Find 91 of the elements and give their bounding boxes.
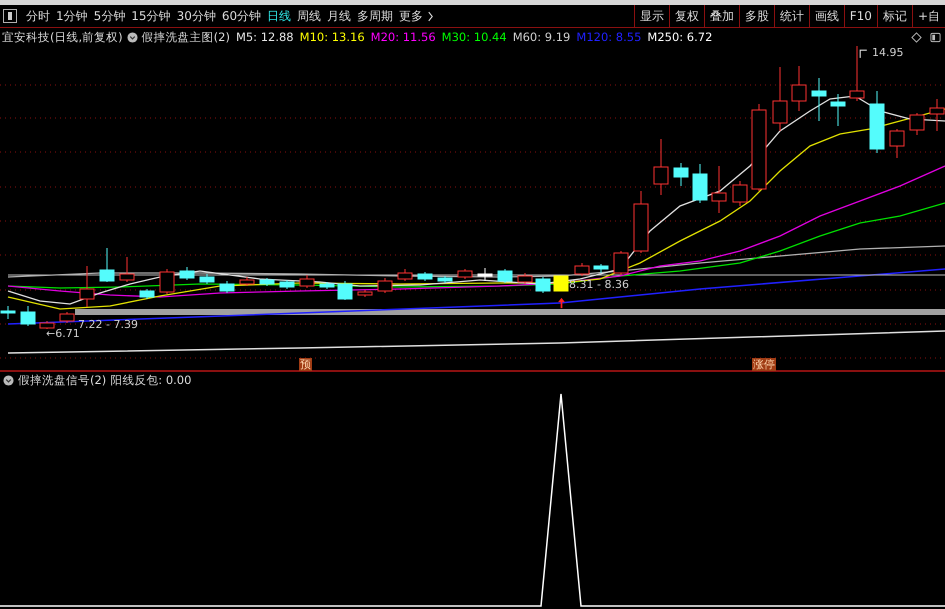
toolbar-button[interactable]: 叠加 <box>704 5 739 27</box>
candlestick <box>478 268 492 282</box>
moving-average-value: M30: 10.44 <box>442 30 507 44</box>
period-tab[interactable]: 日线 <box>264 8 294 24</box>
period-tab[interactable]: 多周期 <box>354 8 396 24</box>
price-label: 7.22 - 7.39 <box>78 318 138 331</box>
indicator-value: 阳线反包: 0.00 <box>110 373 192 388</box>
candlestick <box>870 90 884 154</box>
candlestick <box>40 320 54 330</box>
candlestick <box>890 128 904 158</box>
moving-average-value: M60: 9.19 <box>512 30 570 44</box>
panel-icon[interactable] <box>930 32 941 42</box>
toolbar-button[interactable]: 显示 <box>634 5 669 27</box>
candlestick <box>300 274 314 288</box>
candlestick <box>574 262 590 276</box>
period-tab[interactable]: 周线 <box>294 8 324 24</box>
candlestick <box>654 138 668 196</box>
chevron-icon[interactable] <box>427 10 434 22</box>
candlestick <box>634 190 648 254</box>
candlestick <box>358 290 372 298</box>
period-tab[interactable]: 月线 <box>324 8 354 24</box>
toolbar-button[interactable]: 统计 <box>774 5 809 27</box>
signal-marker: 涨停 <box>752 358 776 371</box>
candlestick <box>140 288 154 300</box>
moving-average-value: M250: 6.72 <box>647 30 712 44</box>
candlestick <box>498 268 512 284</box>
candlestick <box>418 272 432 282</box>
candlestick <box>220 280 234 294</box>
candlestick <box>280 280 294 290</box>
candlestick <box>338 280 352 300</box>
candlestick <box>438 276 452 284</box>
period-tab[interactable]: 30分钟 <box>174 8 219 24</box>
indicator-name: 假摔洗盘主图(2) <box>142 30 230 44</box>
period-tab[interactable]: 15分钟 <box>128 8 174 24</box>
candlestick <box>910 112 924 136</box>
candlestick <box>812 78 826 122</box>
price-label: ←6.71 <box>46 327 80 340</box>
toolbar-button[interactable]: 画线 <box>808 5 844 27</box>
signal-marker: 预 <box>299 358 312 371</box>
candlestick <box>792 66 806 112</box>
candlestick <box>120 256 134 282</box>
candlestick <box>518 272 532 284</box>
candlestick <box>80 266 94 308</box>
toolbar-button[interactable]: 多股 <box>738 5 774 27</box>
candlestick <box>60 312 74 324</box>
toolbar-button[interactable]: 复权 <box>668 5 704 27</box>
moving-average-value: M10: 13.16 <box>300 30 365 44</box>
price-label: 14.95 <box>872 46 904 59</box>
up-arrow-icon <box>557 297 566 309</box>
candlestick <box>200 274 214 284</box>
dropdown-icon[interactable] <box>3 375 14 386</box>
period-tab[interactable]: 60分钟 <box>218 8 264 24</box>
dropdown-icon[interactable] <box>126 32 138 42</box>
candlestick <box>850 46 864 102</box>
indicator-name: 假摔洗盘信号(2) <box>18 373 106 388</box>
period-tab[interactable]: 1分钟 <box>53 8 91 24</box>
moving-average-value: M5: 12.88 <box>236 30 294 44</box>
candlestick <box>458 268 472 280</box>
candlestick <box>240 276 254 286</box>
arrow-icon <box>858 48 869 59</box>
period-tab[interactable]: 分时 <box>23 8 53 24</box>
candlestick <box>0 306 16 320</box>
period-tab[interactable]: 5分钟 <box>90 8 128 24</box>
panel-toggle-icon[interactable] <box>3 9 17 23</box>
toolbar-button[interactable]: F10 <box>844 5 877 27</box>
candlestick <box>100 248 114 282</box>
candlestick <box>320 282 334 290</box>
candlestick <box>732 180 748 206</box>
moving-average-value: M120: 8.55 <box>576 30 642 44</box>
toolbar-button[interactable]: 标记 <box>876 5 912 27</box>
candlestick <box>20 306 36 326</box>
candlestick <box>536 276 550 294</box>
candlestick <box>180 266 194 280</box>
candlestick <box>830 94 846 126</box>
moving-average-value: M20: 11.56 <box>370 30 436 44</box>
candlestick <box>554 276 568 292</box>
candlestick <box>614 250 628 276</box>
candlestick <box>378 278 392 294</box>
stock-title: 宜安科技(日线,前复权) <box>2 30 123 44</box>
candlestick <box>260 278 274 286</box>
candlestick <box>594 264 608 274</box>
candlestick <box>398 268 412 282</box>
candlestick <box>712 166 726 214</box>
price-label: 8.31 - 8.36 <box>569 278 629 291</box>
candlestick <box>692 164 708 204</box>
candlestick <box>160 268 174 294</box>
candlestick <box>674 162 688 186</box>
candlestick <box>772 66 788 132</box>
toolbar-button[interactable]: +自 <box>912 5 945 27</box>
period-tab[interactable]: 更多 <box>396 8 426 24</box>
diamond-icon[interactable] <box>911 32 922 42</box>
